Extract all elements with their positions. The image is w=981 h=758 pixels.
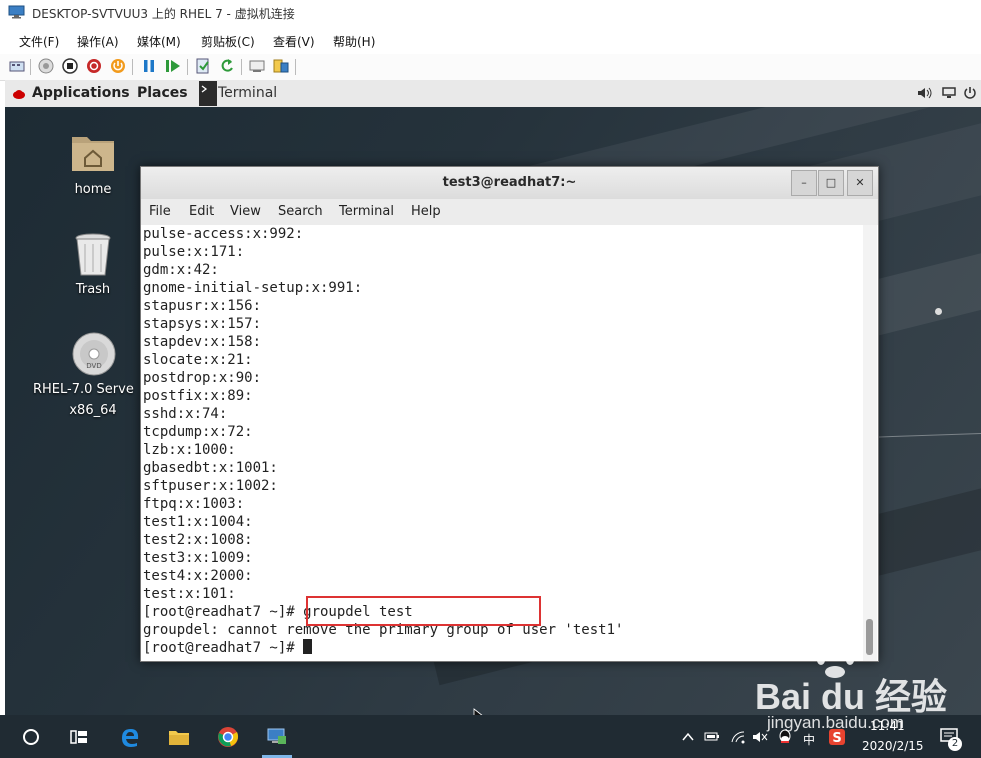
menu-view[interactable]: 查看(V) [273,33,315,50]
terminal-menu-help[interactable]: Help [411,204,441,219]
menu-clipboard[interactable]: 剪贴板(C) [201,33,255,50]
terminal-scrollbar[interactable] [863,225,877,661]
vm-connection-icon [8,5,25,19]
gnome-top-bar: Applications Places Terminal [5,80,981,107]
revert-icon[interactable] [218,57,236,75]
terminal-line: pulse-access:x:992: [143,226,304,242]
close-button[interactable]: ✕ [847,170,873,196]
menu-action[interactable]: 操作(A) [77,33,119,50]
chevron-up-icon[interactable] [682,732,694,742]
annotation-highlight-box [306,596,541,626]
power-menu-icon[interactable] [963,86,977,100]
resume-icon[interactable] [164,57,182,75]
hyperv-connection-taskbar-icon[interactable] [266,726,288,748]
shutdown-icon[interactable] [85,57,103,75]
terminal-line: gdm:x:42: [143,262,219,278]
battery-icon[interactable] [704,730,720,743]
menu-help[interactable]: 帮助(H) [333,33,375,50]
terminal-prompt-line[interactable]: [root@readhat7 ~]# [143,639,861,657]
terminal-line: lzb:x:1000: [143,442,236,458]
vm-window-titlebar: DESKTOP-SVTVUU3 上的 RHEL 7 - 虚拟机连接 [0,0,981,27]
baidu-jingyan-watermark: Bai du 经验 jingyan.baidu.com [755,650,981,740]
task-view-icon[interactable] [68,726,90,748]
terminal-title: test3@readhat7:~ [442,175,577,190]
power-icon[interactable] [109,57,127,75]
dvd-icon-label-1: RHEL-7.0 Serve [33,382,134,397]
menu-file[interactable]: 文件(F) [19,33,59,50]
checkpoint-icon[interactable] [194,57,212,75]
network-icon[interactable] [941,86,957,100]
toolbar-separator [241,59,242,75]
dvd-icon[interactable]: DVD [71,331,117,377]
terminal-line: test4:x:2000: [143,568,253,584]
terminal-menu-search[interactable]: Search [278,204,323,219]
wallpaper-dot [935,308,942,315]
cortana-icon[interactable] [20,726,42,748]
dvd-icon-label-2: x86_64 [69,403,117,418]
terminal-line: test3:x:1009: [143,550,253,566]
toolbar-separator [187,59,188,75]
terminal-line: gnome-initial-setup:x:991: [143,280,363,296]
terminal-line: stapusr:x:156: [143,298,262,314]
terminal-titlebar[interactable]: test3@readhat7:~ – □ ✕ [141,167,878,200]
gnome-places-menu[interactable]: Places [137,85,188,101]
terminal-line: postfix:x:89: [143,388,253,404]
turn-off-icon[interactable] [61,57,79,75]
terminal-line: test1:x:1004: [143,514,253,530]
vm-toolbar [0,54,981,81]
terminal-line: tcpdump:x:72: [143,424,253,440]
edge-icon[interactable] [119,726,141,748]
file-explorer-icon[interactable] [168,726,190,748]
terminal-line: test2:x:1008: [143,532,253,548]
home-folder-icon[interactable] [70,131,116,173]
terminal-cursor [303,639,313,654]
trash-icon[interactable] [73,232,113,278]
terminal-app-icon [199,81,217,106]
terminal-line: ftpq:x:1003: [143,496,245,512]
home-icon-label: home [74,182,112,197]
enhanced-session-icon[interactable] [248,57,266,75]
terminal-menubar: File Edit View Search Terminal Help [141,199,878,225]
toolbar-separator [295,59,296,75]
pause-icon[interactable] [140,57,158,75]
clock-date[interactable]: 2020/2/15 [862,739,924,753]
ctrl-alt-del-icon[interactable] [8,57,26,75]
terminal-window: test3@readhat7:~ – □ ✕ File Edit View Se… [140,166,879,662]
toolbar-separator [132,59,133,75]
terminal-line: stapdev:x:158: [143,334,262,350]
svg-text:DVD: DVD [86,362,101,370]
menu-media[interactable]: 媒体(M) [137,33,181,50]
terminal-line: postdrop:x:90: [143,370,262,386]
maximize-button[interactable]: □ [818,170,844,196]
terminal-prompt: [root@readhat7 ~]# [143,640,304,656]
minimize-button[interactable]: – [791,170,817,196]
terminal-line: sftpuser:x:1002: [143,478,278,494]
start-icon[interactable] [37,57,55,75]
terminal-menu-edit[interactable]: Edit [189,204,214,219]
toolbar-separator [30,59,31,75]
terminal-menu-file[interactable]: File [149,204,171,219]
terminal-menu-terminal[interactable]: Terminal [339,204,394,219]
terminal-menu-view[interactable]: View [230,204,261,219]
terminal-line: sshd:x:74: [143,406,228,422]
watermark-url: jingyan.baidu.com [767,713,905,732]
trash-icon-label: Trash [75,282,111,297]
terminal-line: pulse:x:171: [143,244,245,260]
gnome-active-app[interactable]: Terminal [218,85,277,101]
vm-menubar: 文件(F) 操作(A) 媒体(M) 剪贴板(C) 查看(V) 帮助(H) [0,30,981,54]
volume-icon[interactable] [917,86,933,100]
redhat-logo-icon [13,90,25,99]
terminal-line: gbasedbt:x:1001: [143,460,278,476]
terminal-line: stapsys:x:157: [143,316,262,332]
wifi-icon[interactable] [730,730,746,744]
share-icon[interactable] [272,57,290,75]
gnome-applications-menu[interactable]: Applications [32,85,130,101]
terminal-line: slocate:x:21: [143,352,253,368]
chrome-icon[interactable] [217,726,239,748]
vm-window-title: DESKTOP-SVTVUU3 上的 RHEL 7 - 虚拟机连接 [32,7,295,21]
